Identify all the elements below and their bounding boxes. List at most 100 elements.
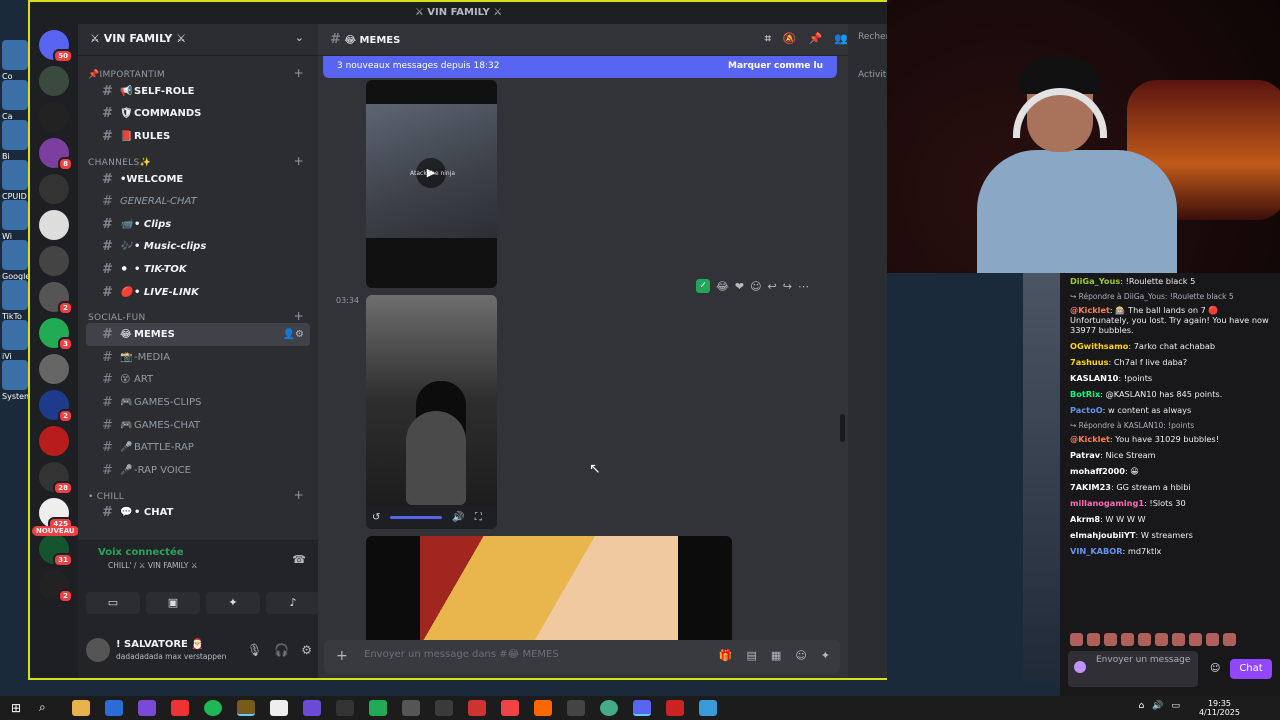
- chat-username[interactable]: PactoO: [1070, 405, 1103, 415]
- windows-icon[interactable]: ⊞: [8, 700, 24, 716]
- channel-category[interactable]: • CHILL +: [78, 482, 318, 502]
- server-icon[interactable]: 425: [39, 498, 73, 531]
- youtube-icon[interactable]: [171, 700, 189, 716]
- desktop-icon[interactable]: Bi: [2, 120, 28, 161]
- clock[interactable]: 19:35 4/11/2025: [1199, 699, 1240, 717]
- tiktok-icon[interactable]: [501, 700, 519, 716]
- server-icon[interactable]: [39, 210, 69, 240]
- chrome-icon[interactable]: [600, 700, 618, 716]
- search-icon[interactable]: ⌕: [39, 700, 57, 716]
- channel-item[interactable]: # 😂 MEMES 👤⚙: [86, 323, 310, 346]
- mic-icon[interactable]: [1074, 661, 1086, 673]
- chat-username[interactable]: Patrav: [1070, 450, 1100, 460]
- channel-item[interactable]: # 📕 RULES: [78, 125, 318, 148]
- notepad-icon[interactable]: [270, 700, 288, 716]
- desktop-icon[interactable]: Co: [2, 40, 28, 81]
- channel-item[interactable]: # ⚫ • TIK-TOK: [78, 258, 318, 281]
- camera-button[interactable]: ▭: [86, 592, 140, 614]
- add-channel-icon[interactable]: +: [294, 309, 304, 323]
- channel-item[interactable]: # 📹 • Clips: [78, 213, 318, 236]
- app-icon-8[interactable]: [666, 700, 684, 716]
- laugh-icon[interactable]: 😂: [716, 280, 729, 293]
- threads-icon[interactable]: ⌗: [765, 32, 771, 46]
- channel-category[interactable]: SOCIAL-FUN +: [78, 303, 318, 323]
- chat-username[interactable]: @Kicklet: [1070, 434, 1110, 444]
- add-channel-icon[interactable]: +: [294, 154, 304, 168]
- battery-icon[interactable]: ▭: [1171, 701, 1180, 711]
- game-icon[interactable]: [237, 700, 255, 716]
- message-composer[interactable]: + Envoyer un message dans #😂 MEMES 🎁 ▤ ▦…: [324, 640, 840, 674]
- chat-username[interactable]: 7ashuus: [1070, 357, 1108, 367]
- app-icon-2[interactable]: [336, 700, 354, 716]
- chat-send-button[interactable]: Chat: [1230, 659, 1272, 679]
- server-icon[interactable]: [39, 66, 69, 96]
- volume-icon[interactable]: 🔊: [452, 512, 464, 523]
- server-icon[interactable]: 2: [39, 390, 73, 423]
- more-icon[interactable]: ⋯: [798, 280, 809, 293]
- reply-icon[interactable]: ↩: [768, 280, 777, 293]
- channel-item[interactable]: # 🎤 -RAP VOICE: [78, 459, 318, 482]
- chat-username[interactable]: BotRix: [1070, 389, 1100, 399]
- scrollbar[interactable]: [840, 84, 845, 634]
- app-icon-9[interactable]: [699, 700, 717, 716]
- channel-item[interactable]: # 📸 -MEDIA: [78, 346, 318, 369]
- server-icon[interactable]: 8: [39, 138, 73, 171]
- guild-header[interactable]: ⚔ VIN FAMILY ⚔ ⌄: [78, 24, 318, 56]
- app-icon-3[interactable]: [369, 700, 387, 716]
- disconnect-icon[interactable]: ☎: [292, 553, 306, 566]
- search-input[interactable]: Recher: [858, 32, 887, 42]
- image-attachment[interactable]: [366, 536, 732, 640]
- spotify-icon[interactable]: [204, 700, 222, 716]
- new-messages-bar[interactable]: 3 nouveaux messages depuis 18:32 Marquer…: [323, 56, 837, 78]
- screen-share-button[interactable]: ▣: [146, 592, 200, 614]
- brave-icon[interactable]: [534, 700, 552, 716]
- chat-username[interactable]: VIN_KABOR: [1070, 546, 1123, 556]
- desktop-icon[interactable]: Ca: [2, 80, 28, 121]
- channel-item[interactable]: # 🔴 • LIVE-LINK: [78, 281, 318, 304]
- chat-username[interactable]: millanogaming1: [1070, 498, 1144, 508]
- add-reaction-icon[interactable]: ☺: [750, 280, 761, 293]
- chat-username[interactable]: 7AKIM23: [1070, 482, 1111, 492]
- add-channel-icon[interactable]: +: [294, 488, 304, 502]
- app-icon[interactable]: [138, 700, 156, 716]
- channel-settings-icon[interactable]: 👤⚙: [283, 329, 304, 340]
- progress-bar[interactable]: [390, 515, 443, 519]
- check-icon[interactable]: ✓: [696, 279, 710, 293]
- chat-username[interactable]: DiiGa_Yous: [1070, 276, 1120, 286]
- desktop-icon[interactable]: TikTo: [2, 280, 28, 321]
- apps-icon[interactable]: ✦: [821, 649, 830, 662]
- add-channel-icon[interactable]: +: [294, 66, 304, 80]
- channel-item[interactable]: # 🎤 BATTLE-RAP: [78, 436, 318, 459]
- server-icon[interactable]: [39, 246, 69, 276]
- desktop-icon[interactable]: Systeme: [2, 360, 37, 401]
- gear-icon[interactable]: ⚙: [301, 643, 312, 657]
- server-icon[interactable]: 31: [39, 534, 73, 567]
- app-icon-7[interactable]: [567, 700, 585, 716]
- channel-item[interactable]: # 🎮 GAMES-CHAT: [78, 414, 318, 437]
- mic-icon[interactable]: 🎙: [247, 643, 262, 657]
- channel-item[interactable]: # 💬 • CHAT: [78, 502, 318, 525]
- channel-item[interactable]: # •WELCOME: [78, 168, 318, 191]
- server-icon[interactable]: 2: [39, 570, 73, 603]
- server-icon[interactable]: [39, 426, 69, 456]
- server-icon[interactable]: [39, 354, 69, 384]
- server-icon[interactable]: 3: [39, 318, 73, 351]
- channel-item[interactable]: # 😵 ART: [78, 369, 318, 392]
- network-icon[interactable]: ⌂: [1139, 701, 1145, 711]
- soundboard-button[interactable]: ♪: [266, 592, 320, 614]
- server-icon[interactable]: [39, 174, 69, 204]
- chat-username[interactable]: KASLAN10: [1070, 373, 1118, 383]
- chat-username[interactable]: @Kicklet: [1070, 305, 1110, 315]
- channel-item[interactable]: # 🎶 • Music-clips: [78, 236, 318, 259]
- voice-channel-label[interactable]: CHILL' / ⚔ VIN FAMILY ⚔: [108, 561, 308, 570]
- channel-item[interactable]: # 🛡 COMMANDS: [78, 103, 318, 126]
- app-icon-5[interactable]: [435, 700, 453, 716]
- explorer-icon[interactable]: [72, 700, 90, 716]
- server-icon[interactable]: 50: [39, 30, 73, 63]
- emoji-icon[interactable]: ☺: [795, 649, 806, 662]
- chat-username[interactable]: OGwithsamo: [1070, 341, 1128, 351]
- app-icon-6[interactable]: [468, 700, 486, 716]
- channel-item[interactable]: # GENERAL-CHAT: [78, 190, 318, 213]
- chat-input[interactable]: Envoyer un message: [1068, 651, 1198, 687]
- activities-button[interactable]: ✦: [206, 592, 260, 614]
